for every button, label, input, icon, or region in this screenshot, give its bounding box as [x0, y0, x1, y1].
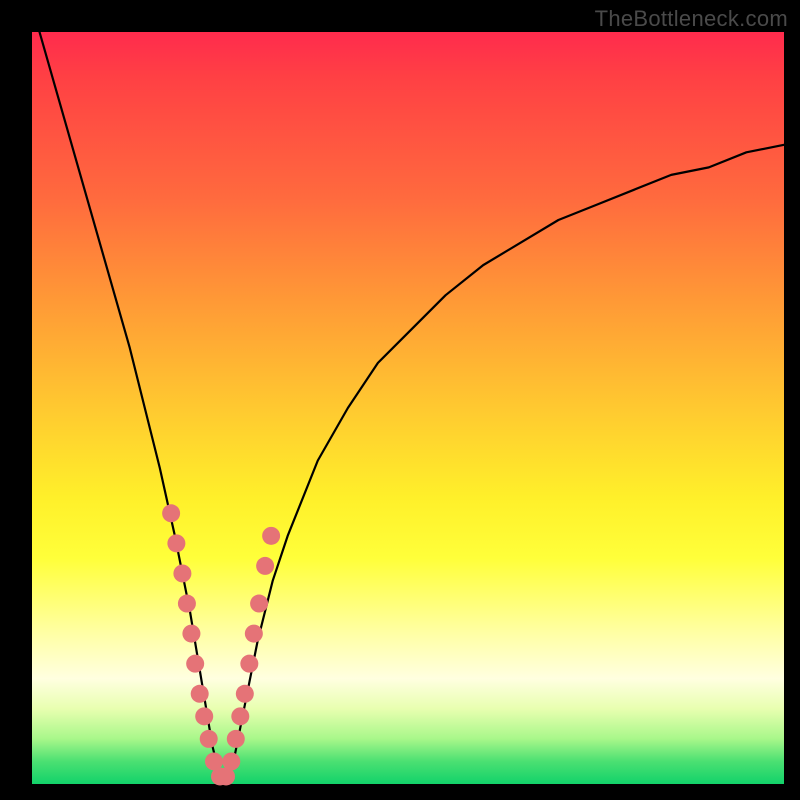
- marker-dot: [173, 564, 191, 582]
- plot-area: [32, 32, 784, 784]
- marker-dot: [250, 595, 268, 613]
- marker-dot: [191, 685, 209, 703]
- marker-dot: [178, 595, 196, 613]
- watermark-text: TheBottleneck.com: [595, 6, 788, 32]
- chart-frame: TheBottleneck.com: [0, 0, 800, 800]
- marker-dot: [256, 557, 274, 575]
- marker-dot: [236, 685, 254, 703]
- marker-dot: [186, 655, 204, 673]
- marker-dot: [231, 707, 249, 725]
- marker-dot: [162, 504, 180, 522]
- marker-dot: [240, 655, 258, 673]
- marker-dot: [200, 730, 218, 748]
- marker-dot: [195, 707, 213, 725]
- marker-dot: [262, 527, 280, 545]
- marker-dot: [167, 534, 185, 552]
- marker-dot: [182, 625, 200, 643]
- marker-dot: [245, 625, 263, 643]
- bottleneck-curve: [40, 32, 784, 776]
- chart-svg: [32, 32, 784, 784]
- marker-group: [162, 504, 280, 785]
- marker-dot: [227, 730, 245, 748]
- marker-dot: [222, 752, 240, 770]
